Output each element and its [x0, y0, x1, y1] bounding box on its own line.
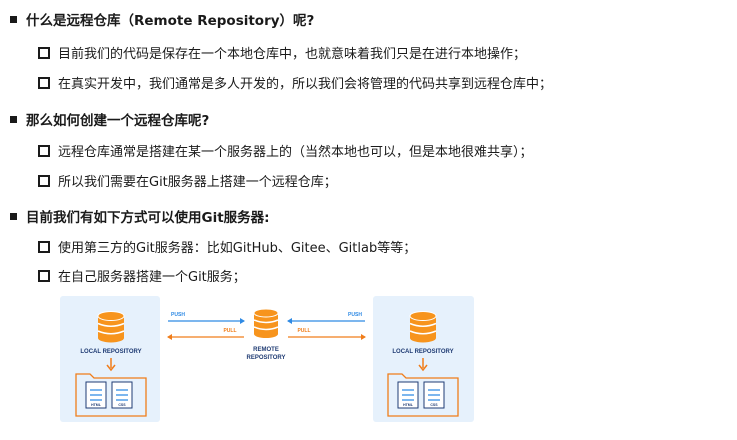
right-local-label: LOCAL REPOSITORY: [392, 349, 453, 355]
pull-arrow-right-icon: [288, 334, 366, 340]
checkbox-bullet-icon: [38, 46, 50, 59]
file-css-label: CSS: [430, 403, 438, 407]
heading-text: 那么如何创建一个远程仓库呢?: [26, 113, 210, 129]
heading-text: 什么是远程仓库（Remote Repository）呢?: [26, 13, 315, 29]
file-html-label: HTML: [91, 403, 102, 407]
square-bullet-icon: [10, 212, 17, 220]
item-text: 所以我们需要在Git服务器上搭建一个远程仓库；: [58, 175, 337, 190]
push-label-left: PUSH: [171, 312, 185, 318]
checkbox-bullet-icon: [38, 144, 50, 157]
checkbox-bullet-icon: [38, 240, 50, 253]
square-bullet-icon: [10, 15, 17, 23]
list-item: 目前我们的代码是保存在一个本地仓库中，也就意味着我们只是在进行本地操作；: [38, 43, 526, 62]
item-text: 在真实开发中，我们通常是多人开发的，所以我们会将管理的代码共享到远程仓库中；: [58, 77, 553, 92]
push-arrow-left-icon: [168, 318, 245, 324]
file-css-label: CSS: [118, 403, 126, 407]
checkbox-bullet-icon: [38, 174, 50, 187]
section-heading-3: 目前我们有如下方式可以使用Git服务器:: [10, 206, 270, 226]
section-heading-1: 什么是远程仓库（Remote Repository）呢?: [10, 9, 314, 29]
list-item: 使用第三方的Git服务器：比如GitHub、Gitee、Gitlab等等；: [38, 237, 416, 256]
git-repository-diagram: LOCAL REPOSITORY HTML CSS REMOTE REPOSIT…: [60, 296, 474, 422]
item-text: 在自己服务器搭建一个Git服务；: [58, 270, 246, 285]
checkbox-bullet-icon: [38, 76, 50, 89]
item-text: 远程仓库通常是搭建在某一个服务器上的（当然本地也可以，但是本地很难共享）；: [58, 145, 533, 160]
pull-label-left: PULL: [223, 328, 236, 334]
item-text: 使用第三方的Git服务器：比如GitHub、Gitee、Gitlab等等；: [58, 241, 417, 256]
local-database-icon: [409, 311, 437, 343]
push-arrow-right-icon: [287, 318, 365, 324]
list-item: 在自己服务器搭建一个Git服务；: [38, 266, 246, 285]
pull-arrow-left-icon: [167, 334, 244, 340]
remote-label-line1: REMOTE: [253, 347, 279, 353]
local-database-icon: [97, 311, 125, 343]
remote-label-line2: REPOSITORY: [246, 355, 285, 361]
list-item: 远程仓库通常是搭建在某一个服务器上的（当然本地也可以，但是本地很难共享）；: [38, 141, 533, 160]
remote-database-icon: [253, 308, 279, 338]
heading-text: 目前我们有如下方式可以使用Git服务器:: [26, 210, 270, 226]
section-heading-2: 那么如何创建一个远程仓库呢?: [10, 109, 209, 129]
pull-label-right: PULL: [297, 328, 310, 334]
item-text: 目前我们的代码是保存在一个本地仓库中，也就意味着我们只是在进行本地操作；: [58, 47, 527, 62]
list-item: 所以我们需要在Git服务器上搭建一个远程仓库；: [38, 171, 337, 190]
square-bullet-icon: [10, 115, 17, 123]
file-html-label: HTML: [403, 403, 414, 407]
list-item: 在真实开发中，我们通常是多人开发的，所以我们会将管理的代码共享到远程仓库中；: [38, 73, 552, 92]
left-local-label: LOCAL REPOSITORY: [80, 349, 141, 355]
push-label-right: PUSH: [348, 312, 362, 318]
checkbox-bullet-icon: [38, 269, 50, 282]
